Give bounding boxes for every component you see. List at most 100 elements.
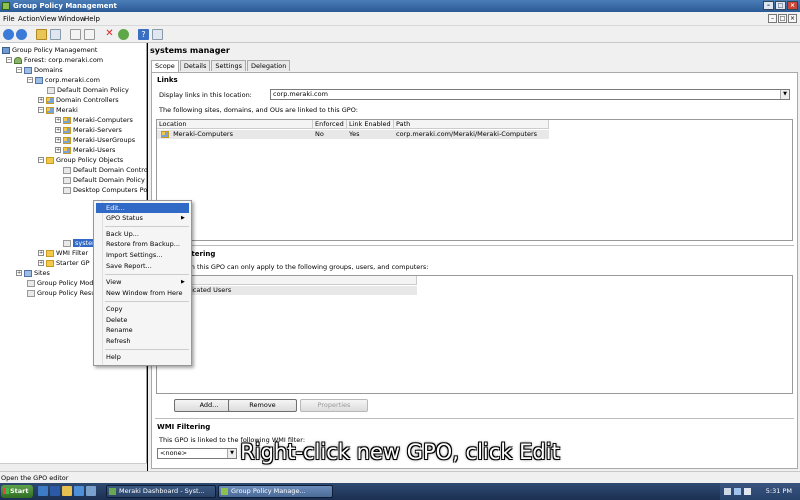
- tree-node-root[interactable]: Group Policy Management: [2, 45, 97, 55]
- tree-node-group-policy-objects[interactable]: − Group Policy Objects: [38, 155, 123, 165]
- tab-details[interactable]: Details: [179, 60, 211, 71]
- table-cell-link-enabled[interactable]: Yes: [347, 130, 394, 139]
- expand-icon[interactable]: +: [38, 260, 44, 266]
- refresh-icon[interactable]: [118, 29, 129, 40]
- chevron-down-icon[interactable]: ▼: [780, 90, 789, 99]
- flag-icon[interactable]: [724, 488, 731, 495]
- action-menu[interactable]: Action: [18, 15, 40, 23]
- properties-button[interactable]: Properties: [300, 399, 368, 412]
- maximize-button[interactable]: □: [775, 1, 786, 10]
- column-header-path[interactable]: Path: [394, 120, 549, 129]
- column-header-name[interactable]: [157, 276, 417, 285]
- back-icon[interactable]: [3, 29, 14, 40]
- taskbar-item-group-policy-management[interactable]: Group Policy Manage...: [218, 485, 333, 498]
- column-header-link-enabled[interactable]: Link Enabled: [347, 120, 394, 129]
- mdi-restore-button[interactable]: □: [778, 14, 787, 23]
- show-hide-tree-icon[interactable]: [50, 29, 61, 40]
- tree-node-wmi-filters[interactable]: + WMI Filter: [38, 248, 88, 258]
- clock[interactable]: 5:31 PM: [766, 487, 792, 495]
- table-cell-group[interactable]: icated Users: [157, 286, 417, 295]
- file-menu[interactable]: File: [3, 15, 15, 23]
- network-icon[interactable]: [86, 486, 96, 496]
- start-button[interactable]: Start: [1, 485, 33, 498]
- forward-icon[interactable]: [16, 29, 27, 40]
- view-menu[interactable]: View: [40, 15, 57, 23]
- server-manager-icon[interactable]: [38, 486, 48, 496]
- menu-item-view[interactable]: View ▶: [106, 277, 185, 287]
- tree-node-domains[interactable]: − Domains: [16, 65, 63, 75]
- expand-icon[interactable]: +: [55, 117, 61, 123]
- tree-node-group-policy-results[interactable]: Group Policy Resul: [27, 288, 97, 298]
- tree-node-meraki-servers[interactable]: + Meraki-Servers: [55, 125, 122, 135]
- expand-icon[interactable]: +: [55, 127, 61, 133]
- window-menu[interactable]: Window: [58, 15, 86, 23]
- copy-icon[interactable]: [70, 29, 81, 40]
- tree-node-domain-controllers[interactable]: + Domain Controllers: [38, 95, 119, 105]
- collapse-icon[interactable]: −: [38, 107, 44, 113]
- menu-item-edit[interactable]: Edit...: [96, 203, 189, 213]
- expand-icon[interactable]: +: [38, 97, 44, 103]
- tree-node-gpo[interactable]: Default Domain Policy: [63, 175, 145, 185]
- tree-node-meraki-users[interactable]: + Meraki-Users: [55, 145, 115, 155]
- expand-icon[interactable]: +: [55, 137, 61, 143]
- tree-horizontal-scrollbar[interactable]: [0, 463, 147, 471]
- delete-icon[interactable]: ✕: [104, 29, 115, 40]
- ou-icon: [63, 126, 71, 134]
- expand-icon[interactable]: +: [55, 147, 61, 153]
- collapse-icon[interactable]: −: [6, 57, 12, 63]
- tree-node-forest[interactable]: − Forest: corp.meraki.com: [6, 55, 103, 65]
- menu-item-copy[interactable]: Copy: [106, 304, 123, 314]
- tree-node-default-domain-policy-link[interactable]: Default Domain Policy: [47, 85, 129, 95]
- tab-delegation[interactable]: Delegation: [247, 60, 291, 71]
- tree-node-gpo[interactable]: Default Domain Contro: [63, 165, 148, 175]
- minimize-button[interactable]: –: [763, 1, 774, 10]
- security-filtering-heading: ltering: [189, 250, 216, 258]
- menu-item-gpo-status[interactable]: GPO Status ▶: [106, 213, 185, 223]
- properties-icon[interactable]: [152, 29, 163, 40]
- taskbar-item-meraki-dashboard[interactable]: Meraki Dashboard - Syst...: [106, 485, 216, 498]
- expand-icon[interactable]: +: [38, 250, 44, 256]
- collapse-icon[interactable]: −: [38, 157, 44, 163]
- tab-settings[interactable]: Settings: [211, 60, 247, 71]
- table-cell-location[interactable]: Meraki-Computers: [157, 130, 313, 139]
- menu-item-restore-from-backup[interactable]: Restore from Backup...: [106, 239, 180, 249]
- up-folder-icon[interactable]: [36, 29, 47, 40]
- ie-icon[interactable]: [74, 486, 84, 496]
- table-cell-enforced[interactable]: No: [313, 130, 347, 139]
- menu-item-back-up[interactable]: Back Up...: [106, 229, 139, 239]
- help-icon[interactable]: ?: [138, 29, 149, 40]
- tree-node-gpo[interactable]: Desktop Computers Po: [63, 185, 147, 195]
- column-header-location[interactable]: Location: [157, 120, 313, 129]
- tree-node-group-policy-modeling[interactable]: Group Policy Mode: [27, 278, 97, 288]
- collapse-icon[interactable]: −: [27, 77, 33, 83]
- menu-item-refresh[interactable]: Refresh: [106, 336, 131, 346]
- network-status-icon[interactable]: [734, 488, 741, 495]
- mdi-close-button[interactable]: ×: [788, 14, 797, 23]
- tree-node-sites[interactable]: + Sites: [16, 268, 50, 278]
- expand-icon[interactable]: +: [16, 270, 22, 276]
- powershell-icon[interactable]: [50, 486, 60, 496]
- column-header-enforced[interactable]: Enforced: [313, 120, 347, 129]
- help-menu[interactable]: Help: [84, 15, 100, 23]
- tree-node-meraki[interactable]: − Meraki: [38, 105, 78, 115]
- close-button[interactable]: ×: [787, 1, 798, 10]
- tree-node-starter-gpos[interactable]: + Starter GP: [38, 258, 90, 268]
- collapse-icon[interactable]: −: [16, 67, 22, 73]
- menu-item-delete[interactable]: Delete: [106, 315, 127, 325]
- tree-node-meraki-computers[interactable]: + Meraki-Computers: [55, 115, 133, 125]
- tab-scope[interactable]: Scope: [151, 60, 179, 72]
- menu-item-new-window-from-here[interactable]: New Window from Here: [106, 288, 183, 298]
- tree-node-meraki-usergroups[interactable]: + Meraki-UserGroups: [55, 135, 135, 145]
- menu-item-import-settings[interactable]: Import Settings...: [106, 250, 163, 260]
- explorer-icon[interactable]: [62, 486, 72, 496]
- volume-icon[interactable]: [744, 488, 751, 495]
- remove-button[interactable]: Remove: [228, 399, 297, 412]
- paste-icon[interactable]: [84, 29, 95, 40]
- mdi-minimize-button[interactable]: –: [768, 14, 777, 23]
- menu-item-save-report[interactable]: Save Report...: [106, 261, 152, 271]
- location-dropdown[interactable]: corp.meraki.com ▼: [270, 89, 790, 100]
- menu-item-rename[interactable]: Rename: [106, 325, 133, 335]
- tree-node-domain[interactable]: − corp.meraki.com: [27, 75, 100, 85]
- table-cell-path[interactable]: corp.meraki.com/Meraki/Meraki-Computers: [394, 130, 549, 139]
- menu-item-help[interactable]: Help: [106, 352, 121, 362]
